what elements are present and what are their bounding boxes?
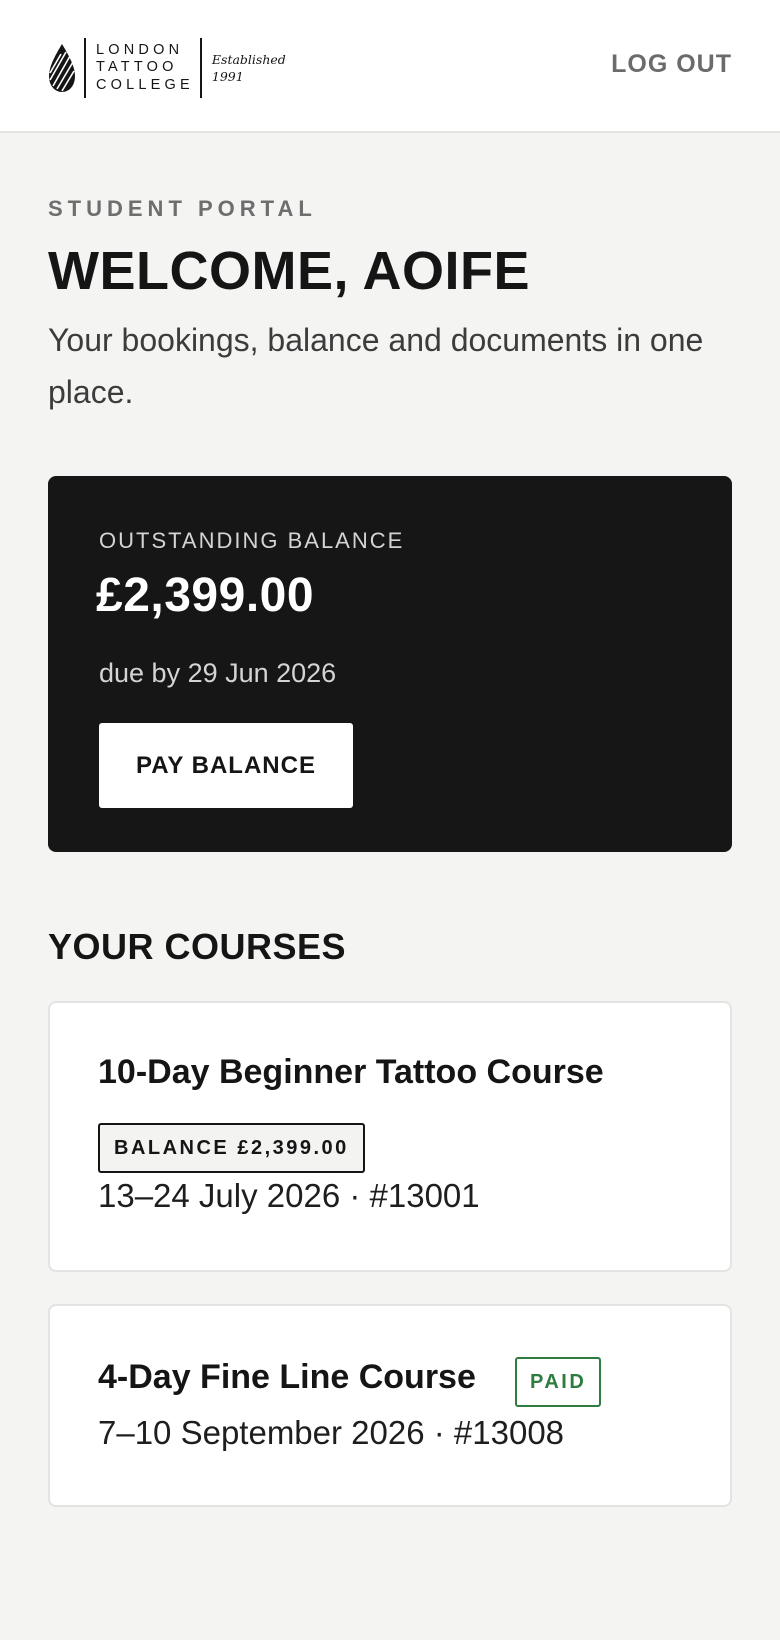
logo-wordmark: LONDON TATTOO COLLEGE bbox=[96, 42, 194, 95]
course-title: 4-Day Fine Line Course bbox=[98, 1358, 476, 1396]
london-tattoo-college-logo[interactable]: LONDON TATTOO COLLEGE Established 1991 bbox=[48, 37, 286, 99]
pay-balance-button[interactable]: PAY BALANCE bbox=[99, 723, 353, 808]
logo-divider-2 bbox=[199, 38, 202, 98]
course-dates-reference: 13–24 July 2026 · #13001 bbox=[98, 1177, 480, 1214]
course-card[interactable]: 10-Day Beginner Tattoo Course BALANCE £2… bbox=[48, 1001, 732, 1272]
portal-eyebrow: STUDENT PORTAL bbox=[48, 196, 317, 221]
balance-due-date: due by 29 Jun 2026 bbox=[99, 658, 337, 688]
pen-nib-icon bbox=[49, 44, 75, 92]
logo-divider bbox=[84, 38, 86, 98]
logout-link[interactable]: LOG OUT bbox=[611, 50, 732, 79]
logo-line-2: TATTOO bbox=[96, 59, 178, 76]
course-dates-reference: 7–10 September 2026 · #13008 bbox=[98, 1414, 565, 1451]
outstanding-balance-card: OUTSTANDING BALANCE £2,399.00 due by 29 … bbox=[48, 476, 732, 852]
established-label: Established bbox=[211, 52, 286, 67]
logo-line-3: COLLEGE bbox=[96, 76, 194, 93]
established-year: 1991 bbox=[211, 69, 244, 84]
balance-badge: BALANCE £2,399.00 bbox=[98, 1123, 365, 1173]
paid-status-badge: PAID bbox=[515, 1357, 602, 1407]
logo-established: Established 1991 bbox=[212, 51, 286, 85]
balance-label: OUTSTANDING BALANCE bbox=[99, 528, 405, 553]
course-title: 10-Day Beginner Tattoo Course bbox=[98, 1053, 604, 1091]
page-title: WELCOME, AOIFE bbox=[48, 241, 530, 301]
page-subtitle: Your bookings, balance and documents in … bbox=[48, 322, 704, 410]
balance-amount: £2,399.00 bbox=[96, 569, 315, 622]
site-header: LONDON TATTOO COLLEGE Established 1991 L… bbox=[0, 0, 780, 133]
course-card[interactable]: 4-Day Fine Line Course PAID 7–10 Septemb… bbox=[48, 1304, 732, 1507]
logo-line-1: LONDON bbox=[96, 41, 184, 58]
courses-section-title: YOUR COURSES bbox=[48, 926, 347, 967]
